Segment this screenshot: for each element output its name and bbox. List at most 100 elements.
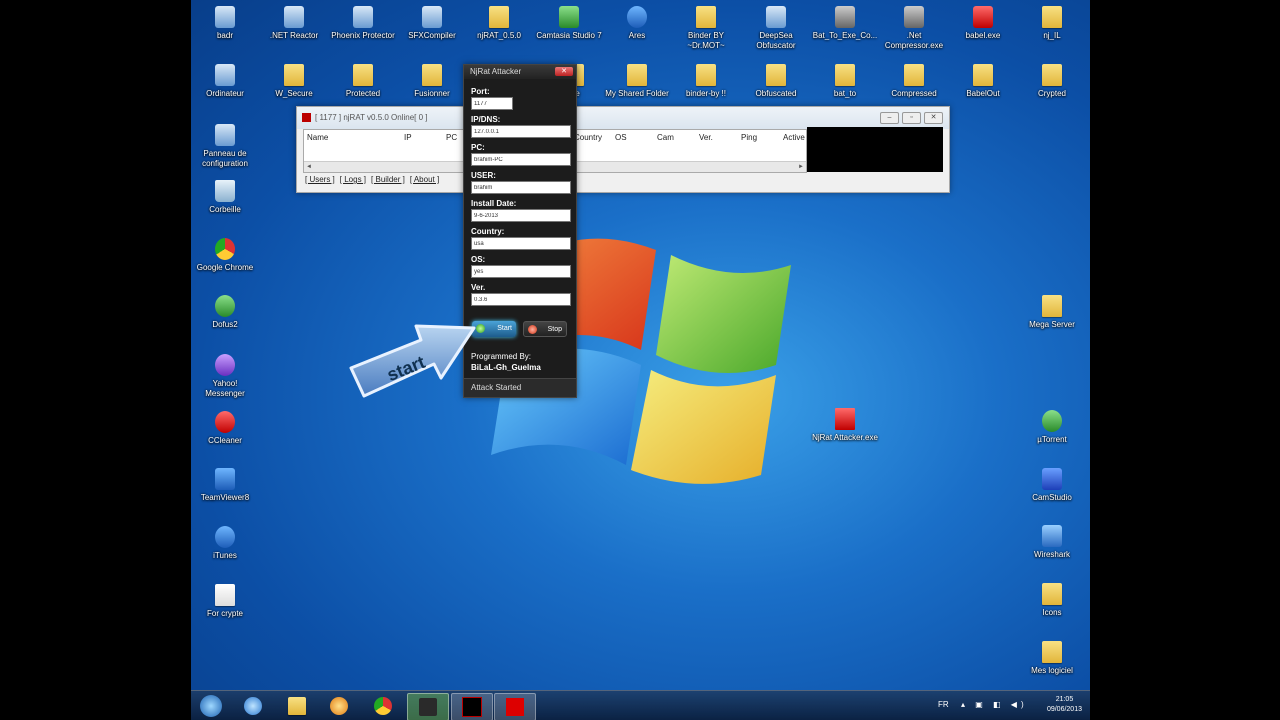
taskbar-camtasia[interactable] — [407, 693, 449, 720]
desktop-icon[interactable]: Dofus2 — [192, 295, 258, 330]
desktop-icon[interactable]: CamStudio — [1019, 468, 1085, 503]
desktop-icon[interactable]: Mes logiciel — [1019, 641, 1085, 676]
desktop-icon[interactable]: Yahoo! Messenger — [192, 354, 258, 399]
media-player-icon — [330, 697, 348, 715]
stop-button[interactable]: Stop — [523, 321, 567, 337]
taskbar-chrome[interactable] — [363, 693, 403, 719]
user-input[interactable] — [471, 181, 571, 194]
desktop-icon[interactable]: TeamViewer8 — [192, 468, 258, 503]
desktop-icon[interactable]: badr — [192, 6, 258, 41]
njrat-app-icon — [302, 113, 311, 122]
desktop-icon[interactable]: Bat_To_Exe_Co... — [812, 6, 878, 41]
desktop-icon[interactable]: Mega Server — [1019, 295, 1085, 330]
desktop-icon[interactable]: CCleaner — [192, 411, 258, 446]
port-field-group: Port: — [471, 87, 568, 110]
desktop-icon[interactable]: My Shared Folder — [604, 64, 670, 99]
column-header-os[interactable]: OS — [615, 133, 627, 142]
folder-icon — [766, 64, 786, 86]
desktop-icon[interactable]: BabelOut — [950, 64, 1016, 99]
desktop-icon[interactable]: Phoenix Protector — [330, 6, 396, 41]
desktop-icon[interactable]: Fusionner — [399, 64, 465, 99]
ip-field-group: IP/DNS: — [471, 115, 571, 138]
start-arrow-annotation: start — [349, 324, 476, 398]
country-input[interactable] — [471, 237, 571, 250]
net-reactor-icon — [284, 6, 304, 28]
taskbar-ie[interactable] — [233, 693, 273, 719]
ip-label: IP/DNS: — [471, 115, 501, 124]
net-compressor-icon — [904, 6, 924, 28]
column-header-cam[interactable]: Cam — [657, 133, 674, 142]
ip-input[interactable] — [471, 125, 571, 138]
column-header-ping[interactable]: Ping — [741, 133, 757, 142]
desktop-icon[interactable]: Crypted — [1019, 64, 1085, 99]
os-label: OS: — [471, 255, 486, 264]
desktop-icon[interactable]: µTorrent — [1019, 410, 1085, 445]
teamviewer-icon — [215, 468, 235, 490]
desktop-icon[interactable]: Panneau de configuration — [192, 124, 258, 169]
builder-link[interactable]: [ Builder ] — [371, 175, 405, 184]
column-header-country[interactable]: Country — [574, 133, 602, 142]
desktop-icon[interactable]: Wireshark — [1019, 525, 1085, 560]
install-date-input[interactable] — [471, 209, 571, 222]
desktop-icon[interactable]: W_Secure — [261, 64, 327, 99]
language-indicator[interactable]: FR — [938, 700, 949, 709]
taskbar-njrat[interactable] — [451, 693, 493, 720]
port-input[interactable] — [471, 97, 513, 110]
column-header-ip[interactable]: IP — [404, 133, 412, 142]
desktop-icon[interactable]: .Net Compressor.exe — [881, 6, 947, 51]
maximize-button[interactable]: ▫ — [902, 112, 921, 124]
desktop-icon[interactable]: Binder BY ~Dr.MOT~ — [673, 6, 739, 51]
column-header-ver[interactable]: Ver. — [699, 133, 713, 142]
njrat-titlebar[interactable]: [ 1177 ] njRAT v0.5.0 Online[ 0 ] – ▫ ✕ — [297, 107, 949, 129]
column-header-active[interactable]: Active — [783, 133, 805, 142]
users-link[interactable]: [ Users ] — [305, 175, 335, 184]
desktop-icon[interactable]: nj_IL — [1019, 6, 1085, 41]
column-header-name[interactable]: Name — [307, 133, 328, 142]
clock[interactable]: 21:05 09/06/2013 — [1047, 695, 1082, 715]
user-field-group: USER: — [471, 171, 571, 194]
os-input[interactable] — [471, 265, 571, 278]
start-button[interactable]: Start — [472, 321, 516, 337]
desktop-icon[interactable]: For crypte — [192, 584, 258, 619]
logs-link[interactable]: [ Logs ] — [340, 175, 366, 184]
desktop-icon[interactable]: iTunes — [192, 526, 258, 561]
desktop-icon[interactable]: njRAT_0.5.0 — [466, 6, 532, 41]
desktop-icon[interactable]: Corbeille — [192, 180, 258, 215]
desktop-icon[interactable]: Icons — [1019, 583, 1085, 618]
about-link[interactable]: [ About ] — [410, 175, 439, 184]
scroll-right-icon[interactable]: ► — [798, 164, 804, 170]
desktop-icon[interactable]: Camtasia Studio 7 — [536, 6, 602, 41]
tray-icons[interactable]: ▴ ▣ ◧ ◀) — [961, 700, 1028, 709]
red-dot-icon — [528, 325, 537, 334]
desktop-icon[interactable]: binder-by !! — [673, 64, 739, 99]
camstudio-icon — [1042, 468, 1062, 490]
attacker-close-button[interactable]: ✕ — [555, 67, 573, 76]
desktop-icon[interactable]: .NET Reactor — [261, 6, 327, 41]
country-label: Country: — [471, 227, 505, 236]
start-button-orb[interactable] — [191, 693, 231, 719]
desktop-icon[interactable]: SFXCompiler — [399, 6, 465, 41]
taskbar-explorer[interactable] — [277, 693, 317, 719]
desktop-icon[interactable]: Protected — [330, 64, 396, 99]
clock-date: 09/06/2013 — [1046, 706, 1082, 713]
ver-input[interactable] — [471, 293, 571, 306]
desktop-icon[interactable]: babel.exe — [950, 6, 1016, 41]
taskbar-njrat-attacker[interactable] — [494, 693, 536, 720]
desktop-icon[interactable]: Google Chrome — [192, 238, 258, 273]
pc-input[interactable] — [471, 153, 571, 166]
column-header-pc[interactable]: PC — [446, 133, 457, 142]
desktop-icon[interactable]: Obfuscated — [743, 64, 809, 99]
njrat-attacker-icon — [835, 408, 855, 430]
desktop-icon[interactable]: Compressed — [881, 64, 947, 99]
desktop-icon[interactable]: NjRat Attacker.exe — [812, 408, 878, 443]
desktop-icon[interactable]: bat_to — [812, 64, 878, 99]
scroll-left-icon[interactable]: ◄ — [306, 164, 312, 170]
attacker-titlebar[interactable]: NjRat Attacker ✕ — [464, 65, 576, 79]
taskbar-media-player[interactable] — [319, 693, 359, 719]
njrat-attacker-icon — [506, 698, 524, 716]
desktop-icon[interactable]: Ordinateur — [192, 64, 258, 99]
desktop-icon[interactable]: Ares — [604, 6, 670, 41]
desktop-icon[interactable]: DeepSea Obfuscator — [743, 6, 809, 51]
minimize-button[interactable]: – — [880, 112, 899, 124]
close-button[interactable]: ✕ — [924, 112, 943, 124]
